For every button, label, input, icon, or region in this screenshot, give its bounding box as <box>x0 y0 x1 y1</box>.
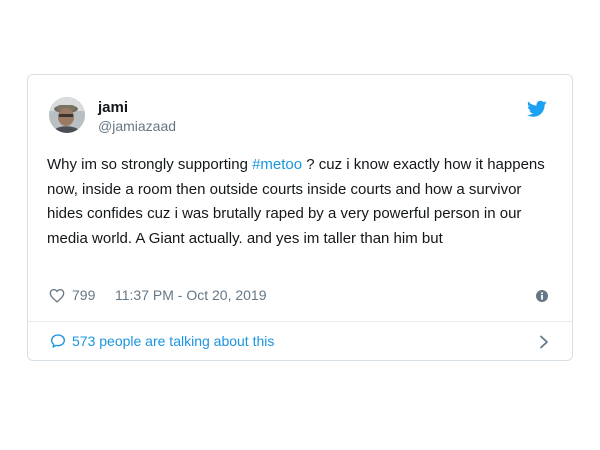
divider <box>28 321 572 322</box>
tweet-text: Why im so strongly supporting #metoo ? c… <box>47 153 547 251</box>
avatar-image <box>49 97 85 133</box>
twitter-bird-icon[interactable] <box>527 100 547 118</box>
user-handle[interactable]: @jamiazaad <box>98 118 176 134</box>
tweet-card: jami @jamiazaad Why im so strongly suppo… <box>27 74 573 361</box>
display-name[interactable]: jami <box>98 99 128 116</box>
tweet-text-start: Why im so strongly supporting <box>47 156 253 173</box>
conversation-link[interactable]: 573 people are talking about this <box>47 328 553 354</box>
tweet-meta-row: 799 11:37 PM - Oct 20, 2019 <box>49 286 551 306</box>
tweet-timestamp[interactable]: 11:37 PM - Oct 20, 2019 <box>115 287 267 303</box>
avatar[interactable] <box>49 97 85 133</box>
heart-icon[interactable] <box>49 288 65 303</box>
like-count[interactable]: 799 <box>72 287 95 303</box>
hashtag-link[interactable]: #metoo <box>252 156 302 173</box>
info-icon[interactable] <box>536 290 548 302</box>
speech-bubble-icon <box>51 334 65 348</box>
conversation-label: 573 people are talking about this <box>72 333 275 349</box>
chevron-right-icon[interactable] <box>539 335 549 349</box>
